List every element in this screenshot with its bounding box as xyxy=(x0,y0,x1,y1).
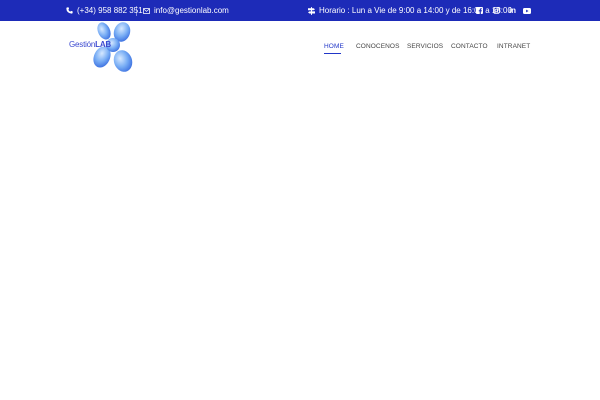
instagram-icon xyxy=(493,7,500,14)
facebook-icon xyxy=(476,7,483,14)
youtube-icon xyxy=(522,7,531,14)
main-content-area xyxy=(0,81,600,400)
phone-icon xyxy=(66,7,73,14)
nav-intranet[interactable]: INTRANET xyxy=(497,43,530,50)
email-contact[interactable]: info@gestionlab.com xyxy=(143,5,229,16)
gestionlab-logo[interactable]: GestiónLAB xyxy=(68,21,138,77)
youtube-link[interactable] xyxy=(521,5,532,16)
topbar-divider xyxy=(136,6,137,16)
logo-name-light: Gestión xyxy=(69,40,96,49)
nav-conocenos[interactable]: CONOCENOS xyxy=(356,43,400,50)
facebook-link[interactable] xyxy=(474,5,485,16)
email-address: info@gestionlab.com xyxy=(154,6,229,15)
envelope-icon xyxy=(143,7,150,14)
logo-wordmark: GestiónLAB xyxy=(69,40,111,49)
top-bar: (+34) 958 882 351 info@gestionlab.com Ho… xyxy=(0,0,600,21)
nav-active-indicator xyxy=(324,53,341,54)
linkedin-link[interactable]: in xyxy=(507,5,518,16)
linkedin-icon: in xyxy=(508,6,517,15)
instagram-link[interactable] xyxy=(491,5,502,16)
nav-servicios[interactable]: SERVICIOS xyxy=(407,43,443,50)
site-header: GestiónLAB HOME CONOCENOS SERVICIOS CONT… xyxy=(0,21,600,81)
phone-contact[interactable]: (+34) 958 882 351 xyxy=(66,5,143,16)
signpost-icon xyxy=(308,6,315,15)
nav-home[interactable]: HOME xyxy=(324,43,344,50)
phone-number: (+34) 958 882 351 xyxy=(77,6,143,15)
nav-contacto[interactable]: CONTACTO xyxy=(451,43,488,50)
logo-name-bold: LAB xyxy=(95,40,112,49)
